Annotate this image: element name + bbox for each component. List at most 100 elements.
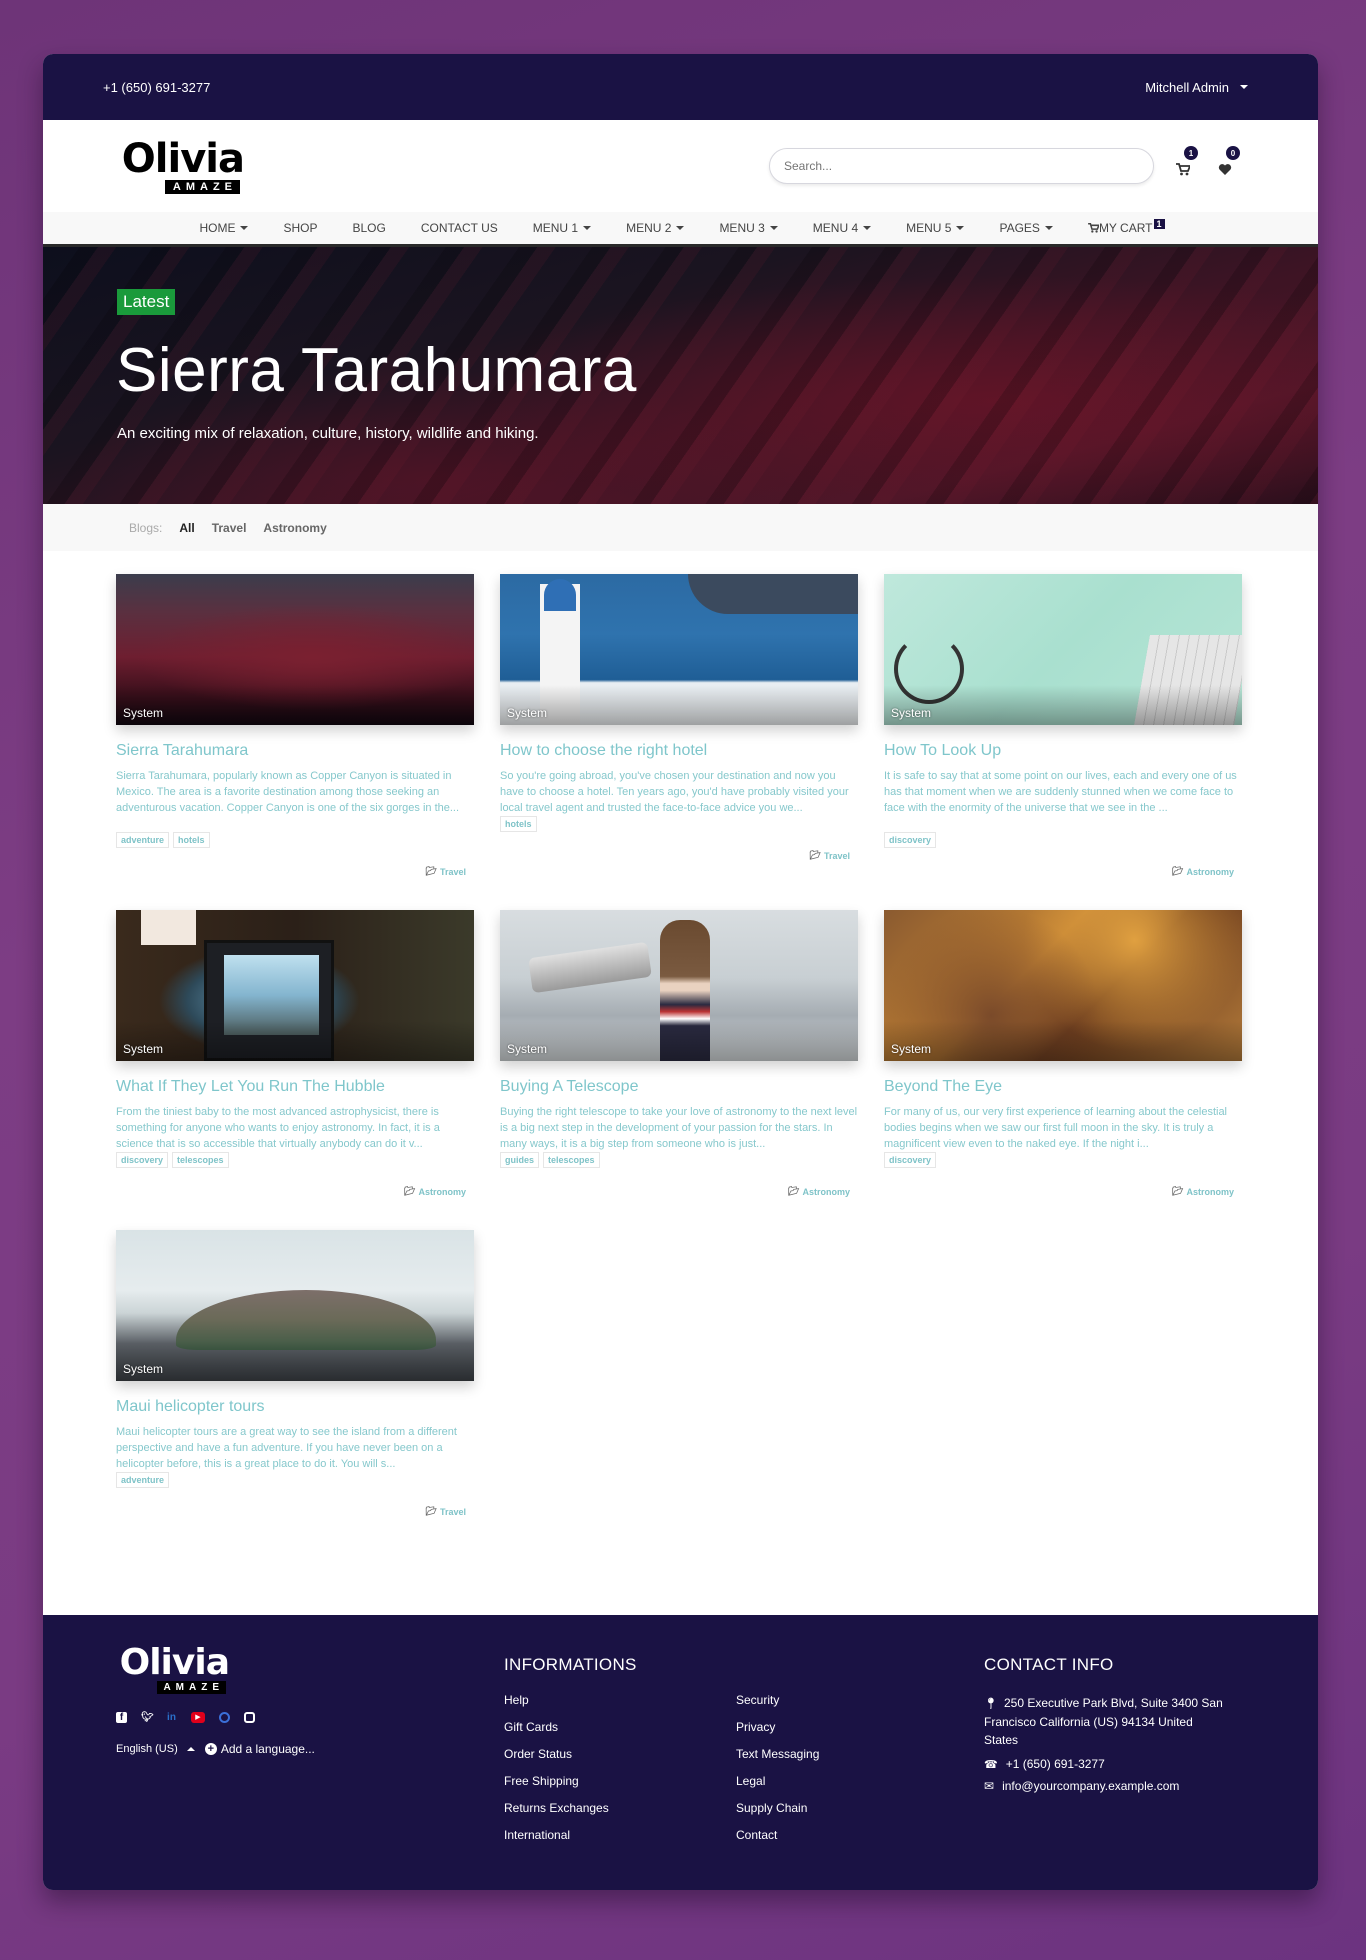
- post-category[interactable]: 📂︎ Travel: [426, 866, 466, 877]
- nav-item-menu-4[interactable]: MENU 4: [794, 221, 887, 235]
- nav-label: SHOP: [283, 221, 318, 235]
- post-title[interactable]: Maui helicopter tours: [116, 1398, 474, 1416]
- header-actions: 1 0: [769, 146, 1240, 184]
- github-icon[interactable]: [219, 1712, 230, 1723]
- nav-item-contact-us[interactable]: CONTACT US: [402, 221, 514, 235]
- post-card: System Maui helicopter tours Maui helico…: [116, 1230, 474, 1550]
- post-category[interactable]: 📂︎ Astronomy: [1172, 1186, 1234, 1197]
- footer-link-international[interactable]: International: [504, 1828, 736, 1845]
- informations-heading: INFORMATIONS: [504, 1655, 637, 1674]
- language-dropdown[interactable]: English (US): [116, 1743, 195, 1755]
- add-language-label: Add a language...: [220, 1742, 315, 1756]
- nav-item-pages[interactable]: PAGES: [980, 221, 1068, 235]
- post-author: System: [507, 706, 548, 720]
- logo[interactable]: Olivia AMAZE: [116, 139, 245, 194]
- twitter-icon[interactable]: 🐦︎: [141, 1712, 154, 1723]
- post-cover-image[interactable]: System: [116, 910, 474, 1061]
- tag[interactable]: hotels: [500, 816, 537, 832]
- page-card: +1 (650) 691-3277 Mitchell Admin Olivia …: [43, 54, 1318, 1890]
- post-excerpt: Buying the right telescope to take your …: [500, 1106, 858, 1150]
- folder-open-icon: 📂︎: [425, 1506, 437, 1516]
- post-grid: System Sierra Tarahumara Sierra Tarahuma…: [116, 574, 1242, 1550]
- nav-item-menu-2[interactable]: MENU 2: [607, 221, 700, 235]
- footer-link-security[interactable]: Security: [736, 1693, 936, 1710]
- tag[interactable]: discovery: [116, 1152, 169, 1168]
- contact-email: ✉︎ info@yourcompany.example.com: [984, 1779, 1224, 1793]
- nav-label: MENU 5: [906, 221, 952, 235]
- tag[interactable]: guides: [500, 1152, 540, 1168]
- post-title[interactable]: What If They Let You Run The Hubble: [116, 1078, 474, 1096]
- post-title[interactable]: How To Look Up: [884, 742, 1242, 760]
- logo-tagline: AMAZE: [164, 179, 240, 194]
- post-title[interactable]: Beyond The Eye: [884, 1078, 1242, 1096]
- image-detail: [688, 574, 858, 614]
- post-cover-image[interactable]: System: [884, 574, 1242, 725]
- post-cover-image[interactable]: System: [116, 1230, 474, 1381]
- tag[interactable]: telescopes: [172, 1152, 229, 1168]
- post-category[interactable]: 📂︎ Astronomy: [788, 1186, 850, 1197]
- footer-link-returns-exchanges[interactable]: Returns Exchanges: [504, 1801, 736, 1818]
- chevron-down-icon: [1240, 85, 1248, 89]
- post-category[interactable]: 📂︎ Astronomy: [1172, 866, 1234, 877]
- tag[interactable]: discovery: [884, 1152, 937, 1168]
- post-category[interactable]: 📂︎ Travel: [810, 850, 850, 861]
- linkedin-icon[interactable]: in: [166, 1712, 177, 1723]
- post-cover-image[interactable]: System: [884, 910, 1242, 1061]
- hero-title: Sierra Tarahumara: [116, 336, 637, 405]
- post-title[interactable]: Sierra Tarahumara: [116, 742, 474, 760]
- footer-link-free-shipping[interactable]: Free Shipping: [504, 1774, 736, 1791]
- footer-logo[interactable]: Olivia AMAZE: [111, 1645, 230, 1694]
- post-cover-image[interactable]: System: [500, 574, 858, 725]
- search-input[interactable]: [769, 148, 1154, 184]
- post-category[interactable]: 📂︎ Astronomy: [404, 1186, 466, 1197]
- folder-open-icon: 📂︎: [404, 1186, 416, 1196]
- nav-item-my-cart[interactable]: MY CART 1: [1069, 219, 1181, 235]
- address-text: 250 Executive Park Blvd, Suite 3400 San …: [984, 1696, 1223, 1747]
- post-category[interactable]: 📂︎ Travel: [426, 1506, 466, 1517]
- nav-item-shop[interactable]: SHOP: [264, 221, 333, 235]
- filter-travel[interactable]: Travel: [212, 521, 247, 535]
- tag[interactable]: telescopes: [543, 1152, 600, 1168]
- tag[interactable]: adventure: [116, 832, 170, 848]
- user-name: Mitchell Admin: [1145, 79, 1229, 95]
- nav-label: MY CART: [1098, 221, 1153, 235]
- footer-link-text-messaging[interactable]: Text Messaging: [736, 1747, 936, 1764]
- post-title[interactable]: Buying A Telescope: [500, 1078, 858, 1096]
- footer-link-legal[interactable]: Legal: [736, 1774, 936, 1791]
- facebook-icon[interactable]: f: [116, 1712, 127, 1723]
- footer-link-supply-chain[interactable]: Supply Chain: [736, 1801, 936, 1818]
- email-text[interactable]: info@yourcompany.example.com: [1002, 1779, 1179, 1793]
- footer-link-help[interactable]: Help: [504, 1693, 736, 1710]
- cart-button[interactable]: 1: [1176, 146, 1198, 176]
- post-cover-image[interactable]: System: [500, 910, 858, 1061]
- footer-link-order-status[interactable]: Order Status: [504, 1747, 736, 1764]
- tag[interactable]: adventure: [116, 1472, 170, 1488]
- youtube-icon[interactable]: ▶: [191, 1712, 205, 1723]
- image-shade: [116, 1341, 474, 1381]
- instagram-icon[interactable]: [244, 1712, 255, 1723]
- nav-item-blog[interactable]: BLOG: [333, 221, 401, 235]
- tag[interactable]: discovery: [884, 832, 937, 848]
- footer-link-gift-cards[interactable]: Gift Cards: [504, 1720, 736, 1737]
- post-cover-image[interactable]: System: [116, 574, 474, 725]
- tag[interactable]: hotels: [173, 832, 210, 848]
- nav-item-home[interactable]: HOME: [180, 221, 264, 235]
- post-title[interactable]: How to choose the right hotel: [500, 742, 858, 760]
- image-shade: [116, 1021, 474, 1061]
- post-excerpt: For many of us, our very first experienc…: [884, 1106, 1228, 1150]
- user-menu[interactable]: Mitchell Admin: [1145, 80, 1248, 95]
- nav-item-menu-1[interactable]: MENU 1: [514, 221, 607, 235]
- post-excerpt: So you're going abroad, you've chosen yo…: [500, 770, 849, 814]
- chevron-down-icon: [769, 226, 778, 230]
- hero-banner[interactable]: Latest Sierra Tarahumara An exciting mix…: [43, 247, 1318, 504]
- filter-all[interactable]: All: [179, 521, 194, 535]
- post-tags: discovery: [884, 832, 1242, 848]
- chevron-down-icon: [676, 226, 685, 230]
- filter-astronomy[interactable]: Astronomy: [263, 521, 326, 535]
- nav-item-menu-3[interactable]: MENU 3: [700, 221, 793, 235]
- footer-link-contact[interactable]: Contact: [736, 1828, 936, 1845]
- add-language-link[interactable]: + Add a language...: [204, 1742, 315, 1756]
- nav-item-menu-5[interactable]: MENU 5: [887, 221, 980, 235]
- footer-link-privacy[interactable]: Privacy: [736, 1720, 936, 1737]
- wishlist-button[interactable]: 0: [1218, 146, 1240, 176]
